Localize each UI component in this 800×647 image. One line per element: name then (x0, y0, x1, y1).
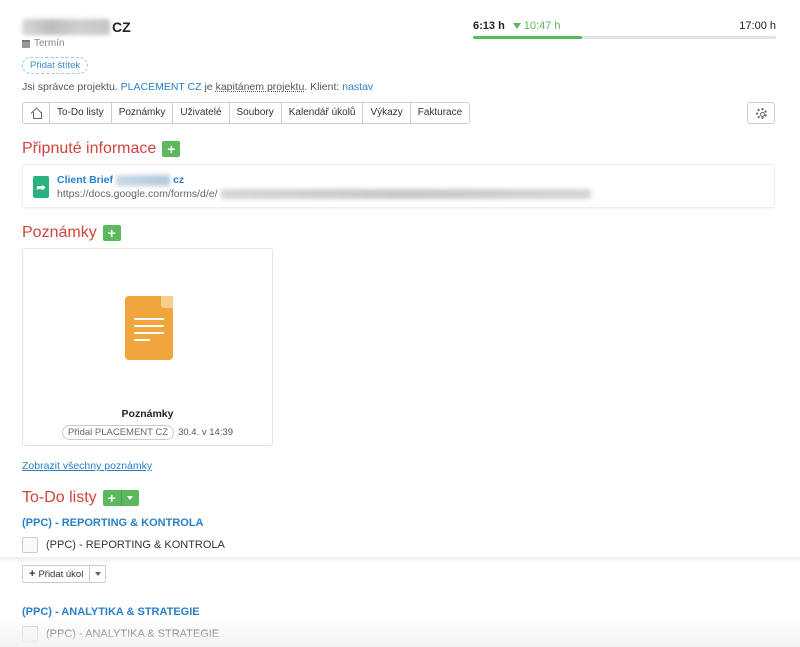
time-tracker: 6:13 h 10:47 h 17:00 h (473, 20, 776, 39)
redacted-url (220, 189, 591, 199)
settings-button[interactable] (747, 102, 775, 124)
add-task-group: + Přidat úkol (22, 565, 107, 583)
time-total: 17:00 h (739, 20, 776, 32)
pinned-url-prefix: https://docs.google.com/forms/d/e/ (57, 188, 218, 200)
todo-item: (PPC) - ANALYTIKA & STRATEGIE (22, 626, 219, 642)
time-progress-track (473, 36, 776, 39)
calendar-icon (22, 39, 30, 48)
triangle-down-icon (512, 23, 521, 29)
add-todo-list-button[interactable]: + (102, 490, 121, 506)
document-icon (125, 296, 173, 360)
project-title-suffix: CZ (112, 19, 131, 35)
add-task-button[interactable]: + Přidat úkol (23, 566, 89, 582)
project-info: Jsi správce projektu. PLACEMENT CZ je ka… (22, 81, 373, 93)
time-progress-fill (473, 36, 583, 39)
project-header: CZ Termín 6:13 h 10:47 h 17:00 h (22, 16, 776, 52)
pinned-item-url: https://docs.google.com/forms/d/e/ (57, 188, 591, 200)
add-pinned-button[interactable]: + (162, 141, 181, 157)
time-spent: 6:13 h (473, 20, 505, 32)
deadline-label: Termín (34, 38, 65, 49)
redacted-title (22, 19, 110, 35)
pinned-title-prefix: Client Brief (57, 174, 114, 186)
time-estimate-value: 10:47 h (523, 20, 561, 32)
info-prefix: Jsi správce projektu. (22, 81, 118, 93)
todo-item: (PPC) - REPORTING & KONTROLA (22, 537, 225, 553)
add-tag-button[interactable]: Přidat štítek (22, 57, 89, 74)
notes-heading: Poznámky (22, 224, 97, 241)
todo-checkbox[interactable] (22, 537, 38, 553)
tab-reports[interactable]: Výkazy (362, 103, 409, 123)
share-arrow-icon: ➦ (36, 181, 46, 194)
home-icon (31, 108, 42, 119)
note-title: Poznámky (121, 408, 174, 420)
tab-todo[interactable]: To-Do listy (49, 103, 111, 123)
todos-heading: To-Do listy (22, 489, 97, 506)
project-tabs: To-Do listy Poznámky Uživatelé Soubory K… (22, 102, 471, 124)
gear-icon (755, 107, 767, 119)
company-link[interactable]: PLACEMENT CZ (121, 81, 202, 93)
client-set-link[interactable]: nastav (342, 81, 373, 93)
pinned-title-suffix: cz (173, 174, 185, 186)
note-card[interactable]: Poznámky Přidal PLACEMENT CZ 30.4. v 14:… (22, 248, 273, 446)
tab-notes[interactable]: Poznámky (110, 103, 173, 123)
notes-section-title: Poznámky + (22, 224, 121, 242)
list-divider (0, 557, 800, 563)
info-je: je (204, 81, 213, 93)
note-author-badge: Přidal PLACEMENT CZ (61, 425, 175, 440)
google-forms-icon: ➦ (33, 176, 49, 198)
todo-options-dropdown[interactable] (120, 490, 139, 506)
todo-item-label[interactable]: (PPC) - REPORTING & KONTROLA (46, 539, 225, 551)
client-label: . Klient: (304, 81, 340, 93)
add-task-label: Přidat úkol (38, 568, 84, 580)
tab-home[interactable] (23, 103, 49, 123)
todo-checkbox[interactable] (22, 626, 38, 642)
todo-list-title[interactable]: (PPC) - REPORTING & KONTROLA (22, 517, 204, 529)
pinned-section-title: Připnuté informace + (22, 140, 181, 158)
time-estimate: 10:47 h (512, 20, 561, 32)
tab-calendar[interactable]: Kalendář úkolů (280, 103, 363, 123)
plus-icon: + (29, 568, 36, 580)
todo-item-label[interactable]: (PPC) - ANALYTIKA & STRATEGIE (46, 628, 219, 640)
todos-section-title: To-Do listy + (22, 489, 139, 507)
pinned-heading: Připnuté informace (22, 140, 157, 157)
captain-link[interactable]: kapitánem projektu (216, 81, 305, 93)
note-meta: Přidal PLACEMENT CZ 30.4. v 14:39 (23, 425, 272, 440)
tab-files[interactable]: Soubory (228, 103, 281, 123)
tab-users[interactable]: Uživatelé (172, 103, 228, 123)
pinned-item[interactable]: ➦ Client Brief cz https://docs.google.co… (22, 164, 775, 208)
add-task-dropdown[interactable] (89, 566, 105, 582)
note-date: 30.4. v 14:39 (178, 427, 234, 438)
show-all-notes-link[interactable]: Zobrazit všechny poznámky (22, 460, 152, 472)
tab-invoicing[interactable]: Fakturace (409, 103, 469, 123)
project-title: CZ (22, 19, 131, 35)
pinned-item-title[interactable]: Client Brief cz (57, 174, 184, 186)
todo-list-title[interactable]: (PPC) - ANALYTIKA & STRATEGIE (22, 606, 200, 618)
caret-down-icon (94, 572, 101, 576)
redacted-name (116, 174, 171, 186)
deadline[interactable]: Termín (22, 38, 65, 49)
add-note-button[interactable]: + (102, 225, 121, 241)
caret-down-icon (127, 496, 134, 500)
